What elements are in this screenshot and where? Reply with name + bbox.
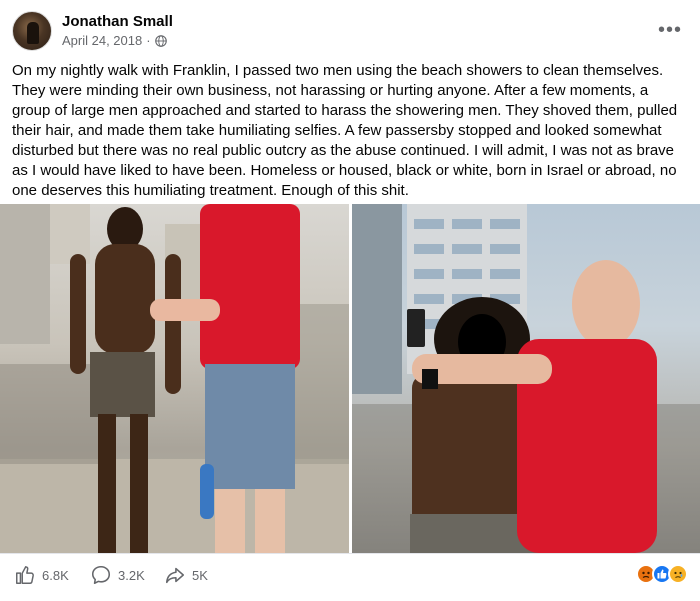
- like-button[interactable]: 6.8K: [14, 564, 69, 586]
- post-footer: 6.8K 3.2K 5K: [0, 553, 700, 601]
- photo-grid: [0, 204, 700, 553]
- comment-button[interactable]: 3.2K: [90, 564, 145, 586]
- more-options-button[interactable]: •••: [656, 16, 684, 44]
- photo-left-illustration: [0, 204, 349, 553]
- share-count: 5K: [192, 567, 208, 583]
- post-text: On my nightly walk with Franklin, I pass…: [12, 62, 678, 199]
- thumbs-up-icon: [16, 566, 34, 584]
- photo-right[interactable]: [352, 204, 700, 553]
- author-name[interactable]: Jonathan Small: [62, 13, 173, 30]
- post-date[interactable]: April 24, 2018: [62, 33, 142, 48]
- meta-separator: ·: [146, 33, 151, 48]
- photo-left[interactable]: [0, 204, 349, 553]
- share-button[interactable]: 5K: [164, 564, 208, 586]
- post-header: Jonathan Small April 24, 2018 · •••: [12, 10, 688, 54]
- sad-reaction-icon: [668, 564, 688, 584]
- like-count: 6.8K: [42, 567, 69, 583]
- reaction-summary[interactable]: [636, 564, 688, 584]
- comment-bubble-icon: [91, 565, 111, 585]
- post-meta: April 24, 2018 ·: [62, 33, 167, 48]
- avatar[interactable]: [12, 11, 52, 51]
- share-arrow-icon: [165, 567, 185, 584]
- globe-icon[interactable]: [154, 34, 167, 47]
- photo-right-illustration: [352, 204, 700, 553]
- comment-count: 3.2K: [118, 567, 145, 583]
- more-options-icon: •••: [657, 19, 682, 41]
